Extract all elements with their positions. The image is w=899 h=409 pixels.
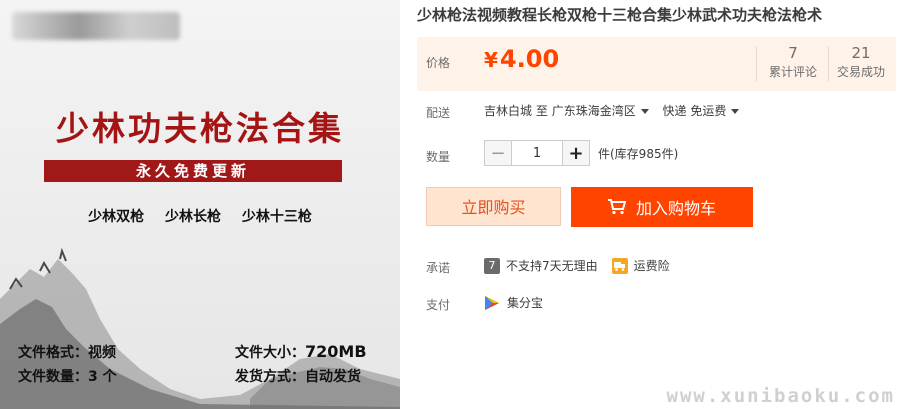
ship-to-word: 至 [535, 104, 548, 118]
ship-from: 吉林白城 [484, 104, 533, 118]
promise-row: 7 不支持7天无理由 运费险 [484, 257, 670, 274]
payment-method[interactable]: 集分宝 [507, 294, 543, 311]
file-count-value: 3 个 [88, 369, 117, 385]
stat-divider [828, 47, 829, 81]
product-detail-panel: 少林枪法视频教程长枪双枪十三枪合集少林武术功夫枪法枪术 价格 ¥4.00 7 累… [417, 0, 899, 409]
review-count-stat[interactable]: 7 累计评论 [769, 44, 817, 80]
no-return-text[interactable]: 不支持7天无理由 [506, 257, 598, 274]
watermark-text: www.xunibaoku.com [666, 385, 895, 407]
ship-method-selector[interactable]: 快递 免运费 [663, 104, 750, 118]
price-amount: 4.00 [499, 45, 560, 73]
sales-count-label: 交易成功 [837, 65, 886, 79]
truck-icon [611, 257, 628, 274]
ship-to-selector[interactable]: 广东珠海金湾区 [552, 104, 659, 118]
sales-count-stat: 21 交易成功 [837, 44, 885, 80]
file-count-info: 文件数量：3 个 [18, 366, 117, 386]
stock-text: 件(库存985件) [598, 146, 679, 161]
quantity-decrease-button[interactable]: − [484, 140, 512, 166]
product-title: 少林枪法视频教程长枪双枪十三枪合集少林武术功夫枪法枪术 [417, 6, 823, 24]
product-main-image[interactable]: 少林功夫枪法合集 永久免费更新 少林双枪 少林长枪 少林十三枪 文件格式：视频 … [0, 0, 400, 409]
image-item: 少林双枪 [88, 209, 145, 225]
file-format-info: 文件格式：视频 [18, 342, 116, 362]
blurred-brand-logo [12, 12, 180, 40]
price-label: 价格 [426, 56, 451, 70]
payment-row: 集分宝 [484, 294, 543, 311]
file-size-value: 720MB [305, 342, 367, 361]
shipping-row: 吉林白城 至 广东珠海金湾区 快递 免运费 [484, 102, 749, 119]
image-item: 少林长枪 [165, 209, 221, 225]
shipping-label: 配送 [426, 106, 451, 120]
currency-symbol: ¥ [484, 48, 498, 72]
quantity-input[interactable]: 1 [512, 140, 562, 166]
file-size-info: 文件大小：720MB [235, 342, 367, 362]
quantity-stepper: − 1 + 件(库存985件) [484, 140, 678, 166]
chevron-down-icon [640, 109, 649, 114]
chevron-down-icon [731, 109, 740, 114]
stat-divider [756, 47, 757, 81]
quantity-label: 数量 [426, 150, 451, 164]
quantity-increase-button[interactable]: + [562, 140, 590, 166]
ship-to: 广东珠海金湾区 [551, 104, 636, 118]
price-value: ¥4.00 [484, 45, 559, 73]
price-box: 价格 ¥4.00 7 累计评论 21 交易成功 [417, 37, 896, 91]
jifenbao-icon [485, 295, 499, 310]
delivery-info: 发货方式：自动发货 [235, 366, 361, 386]
payment-label: 支付 [426, 298, 451, 312]
promise-label: 承诺 [426, 261, 451, 275]
file-count-label: 文件数量： [18, 369, 88, 385]
file-size-label: 文件大小： [235, 345, 305, 361]
no-return-icon: 7 [484, 257, 500, 274]
file-format-label: 文件格式： [18, 345, 88, 361]
image-title: 少林功夫枪法合集 [56, 109, 344, 148]
image-items: 少林双枪 少林长枪 少林十三枪 [0, 206, 400, 226]
review-count-label: 累计评论 [769, 65, 818, 79]
delivery-value: 自动发货 [305, 369, 361, 385]
buy-now-button[interactable]: 立即购买 [426, 187, 561, 226]
freight-insurance-text[interactable]: 运费险 [634, 257, 670, 274]
image-item: 少林十三枪 [241, 209, 312, 225]
add-to-cart-label: 加入购物车 [635, 199, 716, 218]
sales-count: 21 [851, 44, 871, 62]
cart-icon [607, 199, 626, 215]
ship-method: 快递 免运费 [662, 104, 727, 118]
review-count: 7 [788, 44, 798, 62]
image-banner: 永久免费更新 [44, 160, 342, 182]
add-to-cart-button[interactable]: 加入购物车 [571, 187, 753, 227]
file-format-value: 视频 [88, 345, 116, 361]
delivery-label: 发货方式： [235, 369, 305, 385]
